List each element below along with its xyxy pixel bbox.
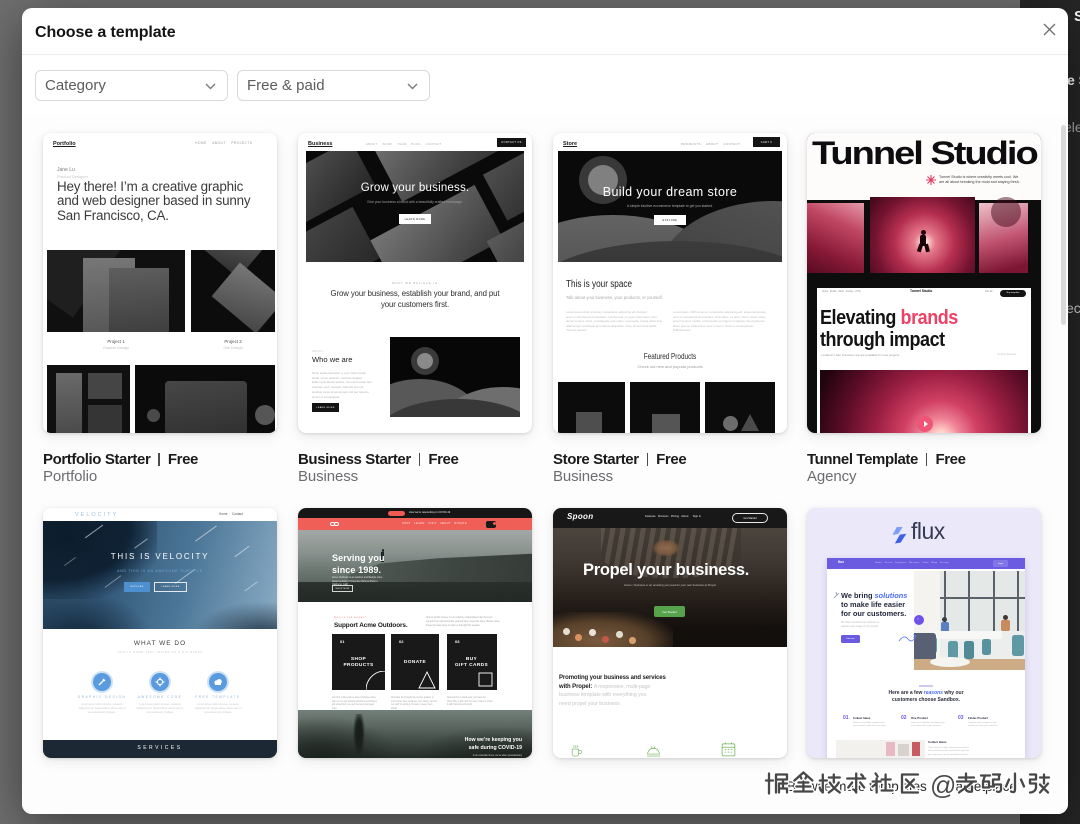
svg-text:@: @ [930,770,956,800]
